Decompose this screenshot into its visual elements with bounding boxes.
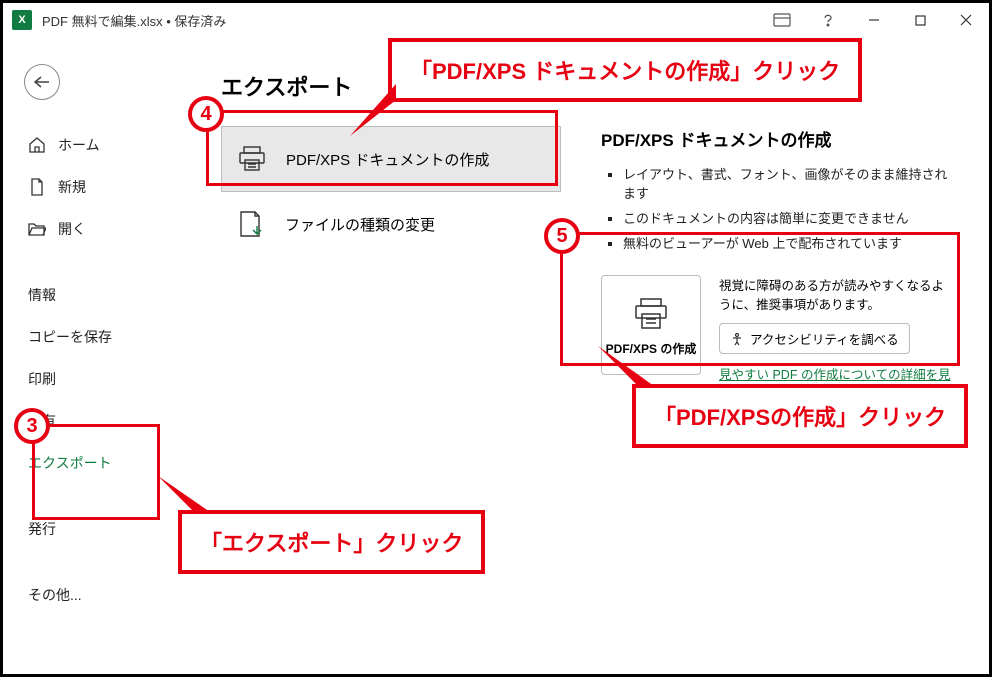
annotation-pointer-4 [344, 80, 404, 140]
annotation-label-export: 「エクスポート」クリック [178, 510, 485, 574]
annotation-badge-4: 4 [188, 96, 224, 132]
annotation-label-pdfxps-create: 「PDF/XPSの作成」クリック [632, 384, 968, 448]
annotation-badge-3: 3 [14, 408, 50, 444]
annotation-badge-5: 5 [544, 218, 580, 254]
annotation-label-pdfxps-doc: 「PDF/XPS ドキュメントの作成」クリック [388, 38, 862, 102]
